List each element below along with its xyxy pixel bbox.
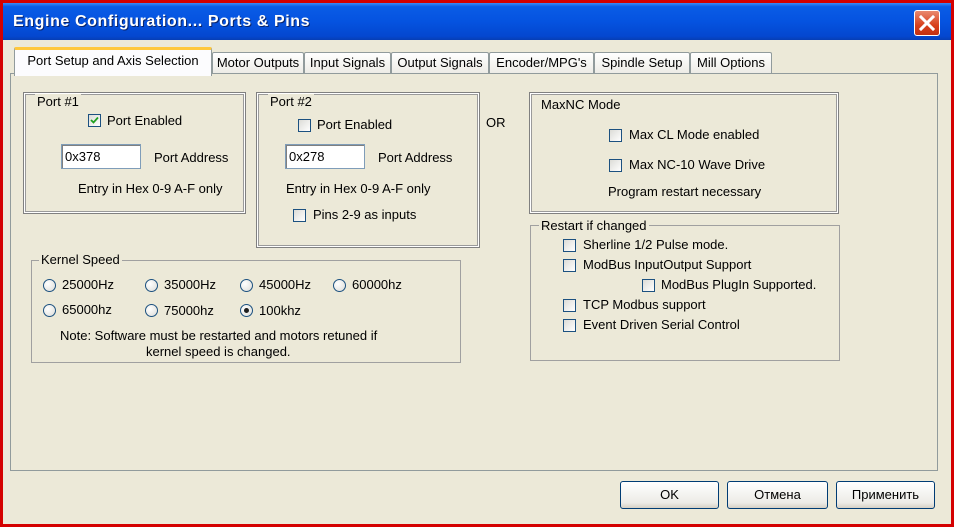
or-label: OR xyxy=(486,115,506,130)
tcp-modbus-label: TCP Modbus support xyxy=(583,297,706,312)
kernel-radio-25000[interactable] xyxy=(43,279,56,292)
kernel-speed-legend: Kernel Speed xyxy=(39,252,122,267)
kernel-label-45000: 45000Hz xyxy=(259,277,312,292)
apply-button[interactable]: Применить xyxy=(836,481,935,509)
modbus-plugin-checkbox[interactable] xyxy=(642,279,655,292)
kernel-label-65000: 65000hz xyxy=(62,302,112,317)
cancel-button[interactable]: Отмена xyxy=(727,481,828,509)
port2-pins-label: Pins 2-9 as inputs xyxy=(313,207,417,222)
maxnc-note: Program restart necessary xyxy=(608,184,762,199)
kernel-label-100k: 100khz xyxy=(259,303,301,318)
checkmark-icon xyxy=(90,116,99,124)
tab-motor-outputs[interactable]: Motor Outputs xyxy=(212,52,304,74)
port2-legend: Port #2 xyxy=(268,94,314,109)
close-button[interactable] xyxy=(914,10,940,36)
event-serial-label: Event Driven Serial Control xyxy=(583,317,740,332)
kernel-note-line2: kernel speed is changed. xyxy=(146,344,291,359)
kernel-radio-35000[interactable] xyxy=(145,279,158,292)
maxnc10-checkbox[interactable] xyxy=(609,159,622,172)
tab-port-setup[interactable]: Port Setup and Axis Selection xyxy=(14,47,212,76)
kernel-label-35000: 35000Hz xyxy=(164,277,217,292)
radio-selected-dot xyxy=(244,308,249,313)
kernel-label-25000: 25000Hz xyxy=(62,277,115,292)
title-bar[interactable]: Engine Configuration... Ports & Pins xyxy=(3,3,951,40)
kernel-radio-65000[interactable] xyxy=(43,304,56,317)
maxnc10-label: Max NC-10 Wave Drive xyxy=(629,157,766,172)
tcp-modbus-checkbox[interactable] xyxy=(563,299,576,312)
window-title: Engine Configuration... Ports & Pins xyxy=(13,13,311,30)
port2-address-input[interactable] xyxy=(285,144,365,169)
port2-address-label: Port Address xyxy=(378,150,453,165)
ok-button[interactable]: OK xyxy=(620,481,719,509)
modbus-io-label: ModBus InputOutput Support xyxy=(583,257,752,272)
tab-mill-options[interactable]: Mill Options xyxy=(690,52,772,74)
kernel-label-75000: 75000hz xyxy=(164,303,214,318)
kernel-radio-75000[interactable] xyxy=(145,304,158,317)
sherline-label: Sherline 1/2 Pulse mode. xyxy=(583,237,729,252)
dialog-window: Engine Configuration... Ports & Pins Por… xyxy=(3,3,951,524)
maxcl-label: Max CL Mode enabled xyxy=(629,127,760,142)
port1-legend: Port #1 xyxy=(35,94,81,109)
kernel-radio-60000[interactable] xyxy=(333,279,346,292)
modbus-plugin-label: ModBus PlugIn Supported. xyxy=(661,277,817,292)
sherline-checkbox[interactable] xyxy=(563,239,576,252)
tab-encoder-mpg[interactable]: Encoder/MPG's xyxy=(489,52,594,74)
restart-legend: Restart if changed xyxy=(539,218,649,233)
port2-enabled-label: Port Enabled xyxy=(317,117,393,132)
tab-output-signals[interactable]: Output Signals xyxy=(391,52,489,74)
kernel-label-60000: 60000hz xyxy=(352,277,402,292)
kernel-radio-100k[interactable] xyxy=(240,304,253,317)
port1-address-label: Port Address xyxy=(154,150,229,165)
maxcl-checkbox[interactable] xyxy=(609,129,622,142)
event-serial-checkbox[interactable] xyxy=(563,319,576,332)
port2-pins-checkbox[interactable] xyxy=(293,209,306,222)
modbus-io-checkbox[interactable] xyxy=(563,259,576,272)
tab-input-signals[interactable]: Input Signals xyxy=(304,52,391,74)
close-icon xyxy=(918,14,936,32)
port2-hint: Entry in Hex 0-9 A-F only xyxy=(286,181,431,196)
maxnc-legend: MaxNC Mode xyxy=(539,97,623,112)
port2-enabled-checkbox[interactable] xyxy=(298,119,311,132)
port1-hint: Entry in Hex 0-9 A-F only xyxy=(78,181,223,196)
port1-enabled-label: Port Enabled xyxy=(107,113,183,128)
tab-spindle-setup[interactable]: Spindle Setup xyxy=(594,52,690,74)
kernel-radio-45000[interactable] xyxy=(240,279,253,292)
kernel-note-line1: Note: Software must be restarted and mot… xyxy=(60,328,378,343)
port1-address-input[interactable] xyxy=(61,144,141,169)
port2-group xyxy=(256,92,480,248)
port1-enabled-checkbox[interactable] xyxy=(88,114,101,127)
